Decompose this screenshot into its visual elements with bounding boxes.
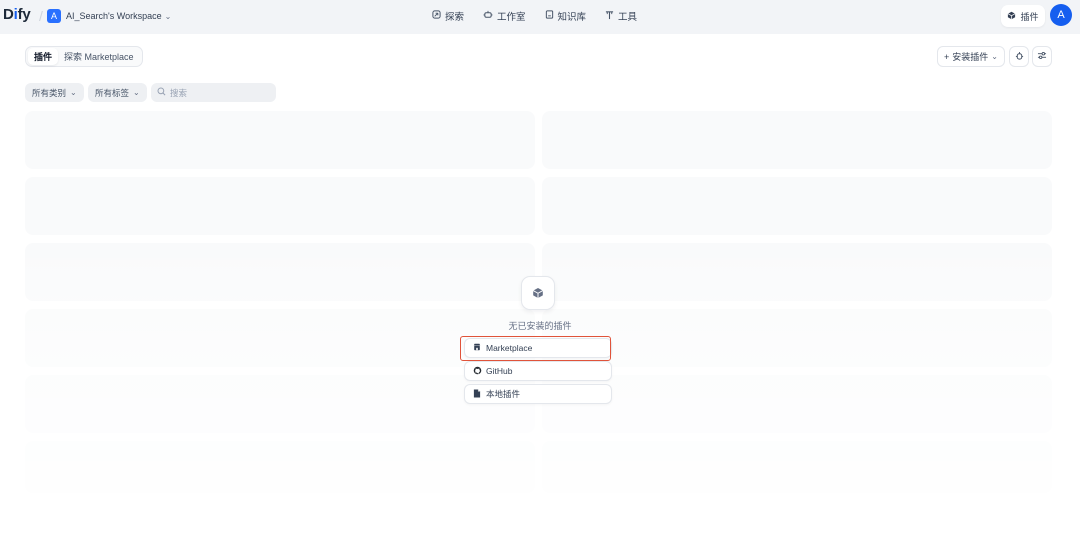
local-plugin-option-label: 本地插件 bbox=[486, 389, 521, 399]
install-from-github-option[interactable]: GitHub bbox=[464, 361, 612, 381]
tools-icon bbox=[605, 10, 614, 23]
chevron-down-icon: ⌄ bbox=[164, 11, 172, 21]
install-plugin-button[interactable]: + 安装插件 ⌄ bbox=[937, 46, 1005, 67]
nav-explore-label: 探索 bbox=[445, 12, 465, 23]
marketplace-option-label: Marketplace bbox=[486, 343, 533, 353]
debug-button[interactable] bbox=[1009, 46, 1029, 67]
settings-icon bbox=[1037, 51, 1047, 62]
logo-suffix: fy bbox=[17, 6, 31, 23]
tab-marketplace[interactable]: 探索 Marketplace bbox=[58, 48, 140, 65]
knowledge-icon bbox=[545, 10, 554, 22]
search-input[interactable] bbox=[170, 87, 270, 98]
search-icon bbox=[157, 87, 166, 98]
nav-studio-label: 工作室 bbox=[497, 12, 526, 23]
plugin-tabs: 插件 探索 Marketplace bbox=[25, 46, 143, 67]
file-icon bbox=[473, 389, 481, 400]
chevron-down-icon: ⌄ bbox=[70, 88, 77, 97]
explore-icon bbox=[432, 10, 441, 22]
box-icon bbox=[521, 276, 555, 310]
install-local-plugin-option[interactable]: 本地插件 bbox=[464, 384, 612, 404]
nav-knowledge[interactable]: 知识库 bbox=[545, 9, 587, 23]
bug-icon bbox=[1015, 51, 1024, 63]
logo-prefix: D bbox=[3, 6, 14, 23]
dify-logo[interactable]: Dify bbox=[3, 6, 31, 23]
workspace-name: AI_Search's Workspace bbox=[66, 11, 162, 21]
top-bar: Dify / A AI_Search's Workspace ⌄ 探索 工作室 … bbox=[0, 0, 1080, 34]
header-separator: / bbox=[39, 8, 43, 24]
workspace-avatar: A bbox=[47, 9, 61, 23]
marketplace-icon bbox=[473, 343, 481, 353]
main-nav: 探索 工作室 知识库 工具 bbox=[432, 9, 637, 23]
plugin-box-icon bbox=[1007, 11, 1016, 22]
user-avatar[interactable]: A bbox=[1050, 4, 1072, 26]
install-plugin-label: 安装插件 bbox=[952, 52, 989, 62]
skeleton-card bbox=[542, 111, 1052, 169]
category-filter-label: 所有类别 bbox=[32, 87, 67, 98]
github-icon bbox=[473, 366, 482, 377]
search-box bbox=[151, 83, 276, 102]
empty-state-text: 无已安装的插件 bbox=[508, 321, 572, 331]
github-option-label: GitHub bbox=[486, 366, 513, 376]
nav-knowledge-label: 知识库 bbox=[557, 12, 587, 23]
nav-studio[interactable]: 工作室 bbox=[483, 9, 526, 23]
plugins-button[interactable]: 插件 bbox=[1001, 5, 1045, 27]
tags-filter[interactable]: 所有标签 ⌄ bbox=[88, 83, 147, 102]
category-filter[interactable]: 所有类别 ⌄ bbox=[25, 83, 84, 102]
nav-explore[interactable]: 探索 bbox=[432, 9, 464, 23]
settings-button[interactable] bbox=[1032, 46, 1052, 67]
studio-icon bbox=[483, 10, 493, 22]
skeleton-card bbox=[25, 111, 535, 169]
tab-plugins[interactable]: 插件 bbox=[28, 48, 59, 65]
skeleton-card bbox=[542, 177, 1052, 235]
workspace-switcher[interactable]: A AI_Search's Workspace ⌄ bbox=[47, 7, 171, 25]
plugins-button-label: 插件 bbox=[1020, 11, 1039, 22]
plus-icon: + bbox=[944, 51, 950, 62]
chevron-down-icon: ⌄ bbox=[133, 88, 140, 97]
tags-filter-label: 所有标签 bbox=[95, 87, 130, 98]
chevron-down-icon: ⌄ bbox=[991, 52, 998, 61]
nav-tools-label: 工具 bbox=[618, 12, 638, 23]
install-from-marketplace-option[interactable]: Marketplace bbox=[464, 338, 612, 358]
nav-tools[interactable]: 工具 bbox=[605, 9, 637, 23]
skeleton-card bbox=[25, 177, 535, 235]
